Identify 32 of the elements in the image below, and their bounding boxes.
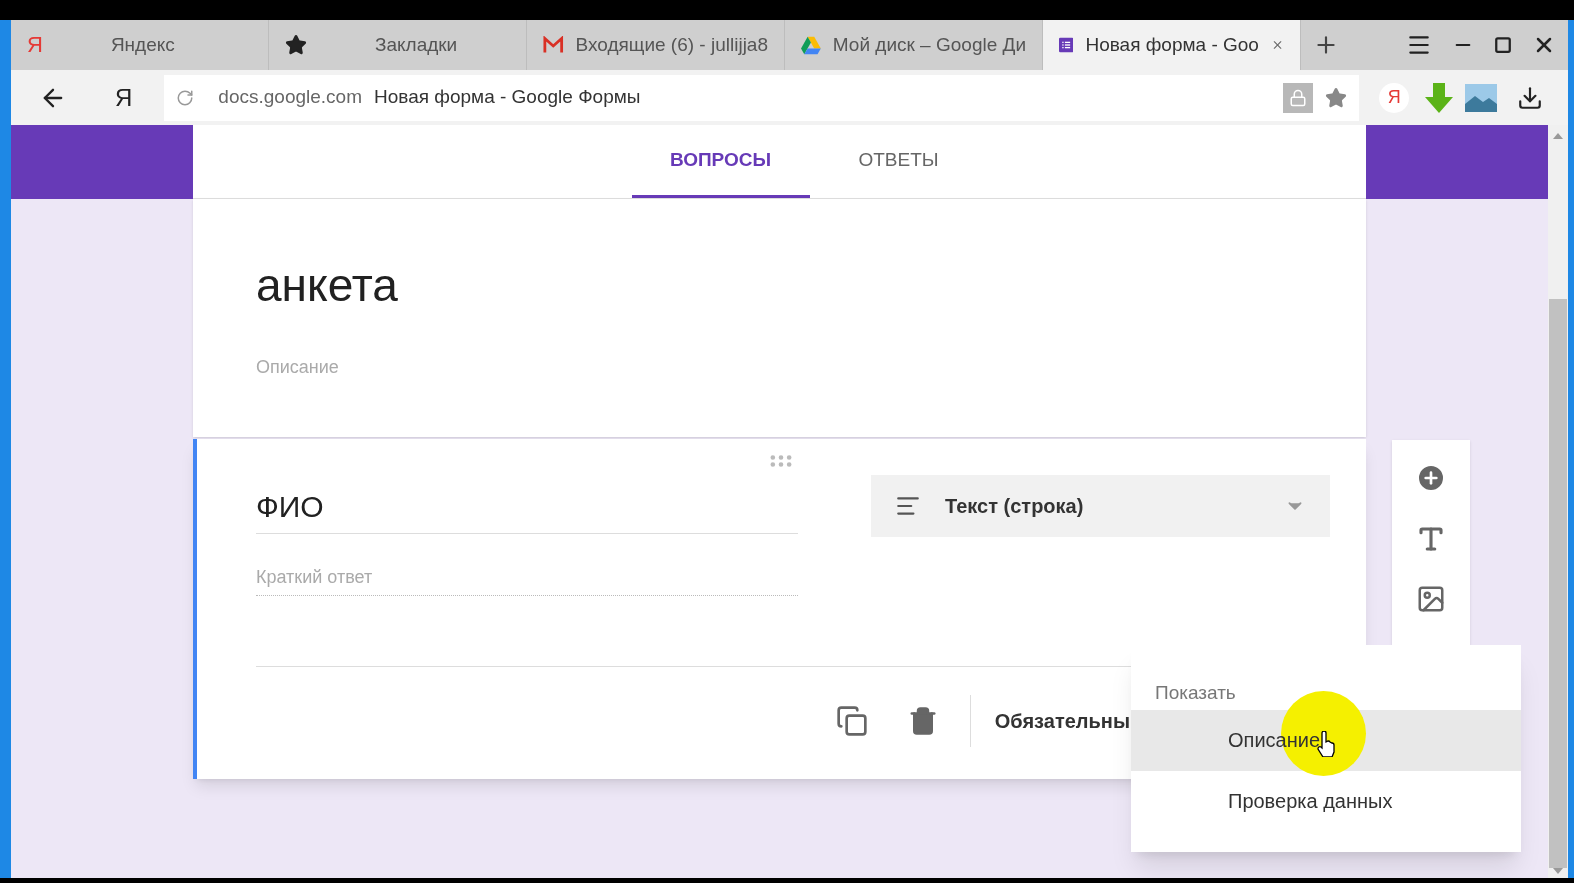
mail-icon	[543, 36, 564, 54]
triangle-logo-icon	[801, 34, 821, 56]
browser-tab[interactable]: Новая форма - Goo	[1043, 20, 1301, 70]
menu-item[interactable]: Проверка данных	[1131, 770, 1521, 832]
url-domain: docs.google.com	[218, 85, 362, 110]
image-icon[interactable]	[1416, 584, 1446, 614]
landscape-icon[interactable]	[1465, 83, 1498, 112]
form-title[interactable]: анкета	[256, 251, 1303, 320]
tab-title: Яндекс	[110, 32, 175, 57]
short-answer-line: Краткий ответ	[256, 564, 798, 596]
tab-title: Закладки	[375, 32, 458, 57]
download-icon[interactable]	[1517, 84, 1544, 111]
yandex-logo: Я	[27, 34, 43, 56]
required-label: Обязательны	[994, 709, 1130, 734]
tab-title: Новая форма - Goo	[1085, 32, 1259, 57]
description-field[interactable]: Описание	[256, 354, 856, 381]
reload-icon[interactable]	[176, 88, 195, 107]
yandex-extension-logo[interactable]: Я	[1379, 82, 1410, 113]
menu-header: Показать	[1154, 681, 1237, 705]
tab-title: Входящие (6) - jullijja8	[575, 32, 768, 57]
page-title: Новая форма - Google Формы	[374, 85, 641, 110]
star-icon	[285, 34, 307, 56]
form-tab[interactable]: ОТВЕТЫ	[809, 125, 988, 198]
question-type-dropdown[interactable]: Текст (строка)	[871, 475, 1330, 537]
maximize-icon[interactable]	[1494, 36, 1512, 54]
text-format-icon[interactable]	[1416, 524, 1446, 554]
bookmark-star-icon[interactable]	[1325, 86, 1348, 109]
duplicate-icon[interactable]	[835, 705, 868, 737]
question-title-field[interactable]: ФИО	[256, 484, 798, 534]
address-bar[interactable]: docs.google.com Новая форма - Google Формы	[164, 74, 1360, 121]
yandex-home-logo[interactable]: Я	[115, 79, 133, 116]
tab-title: Мой диск – Google Ди	[832, 32, 1026, 57]
